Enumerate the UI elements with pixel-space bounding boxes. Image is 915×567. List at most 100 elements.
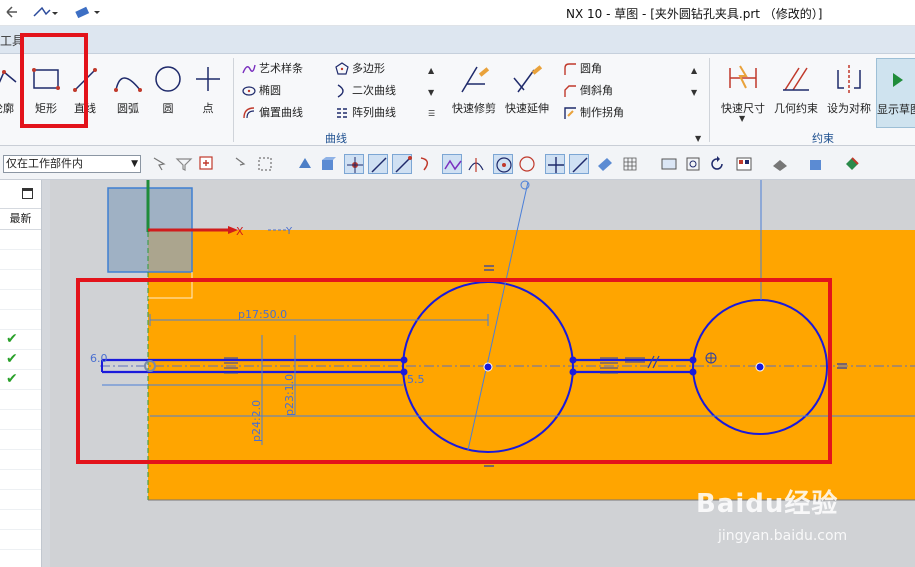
undo-icon[interactable]: [4, 4, 20, 22]
geometric-constraints-label: 几何约束: [774, 102, 818, 115]
zoom-fit-icon[interactable]: [683, 154, 703, 174]
quick-trim-label: 快速修剪: [452, 102, 496, 115]
geometric-constraints-icon: [783, 67, 809, 91]
fillet-icon: [564, 63, 576, 75]
feature-select-icon[interactable]: [295, 154, 315, 174]
snap-endpoint-icon[interactable]: [344, 154, 364, 174]
snap-quadrant-icon[interactable]: [517, 154, 537, 174]
polygon-label: 多边形: [352, 62, 385, 75]
title-bar: NX 10 - 草图 - [夹外圆钻孔夹具.prt （修改的）]: [0, 0, 915, 26]
rectangle-select-icon[interactable]: [256, 154, 276, 174]
snap-curve-icon[interactable]: [392, 154, 412, 174]
selection-scope-dropdown[interactable]: 仅在工作部件内 ▼: [3, 155, 141, 173]
rotate-icon[interactable]: [707, 154, 727, 174]
body-select-icon[interactable]: [318, 154, 338, 174]
select-tool-icon[interactable]: [150, 154, 170, 174]
snap-spline-icon[interactable]: [442, 154, 462, 174]
edit-gallery-down-icon[interactable]: ▲: [691, 66, 697, 75]
conic-button[interactable]: 二次曲线: [335, 81, 396, 101]
select-detail-icon[interactable]: [232, 154, 252, 174]
geometric-constraints-button[interactable]: 几何约束: [772, 58, 820, 128]
make-symmetric-icon: [837, 65, 861, 93]
studio-spline-button[interactable]: 艺术样条: [242, 59, 303, 79]
render-style-icon[interactable]: [734, 154, 754, 174]
snap-arc-icon[interactable]: [416, 154, 436, 174]
edit-gallery-up-icon[interactable]: ▼: [691, 88, 697, 97]
highlight-box-sketch: [76, 278, 832, 464]
snap-on-curve-icon[interactable]: [569, 154, 589, 174]
show-sketch-label: 显示草图: [877, 103, 915, 116]
arc-button[interactable]: 圆弧: [108, 58, 148, 128]
y-axis-label: Y: [285, 226, 293, 237]
ellipse-button[interactable]: 椭圆: [242, 81, 281, 101]
graphics-window[interactable]: X Y p17:50.0 p24:2.0 p23:1.0 6.0 5.5 Bai…: [50, 180, 915, 567]
list-item[interactable]: [0, 430, 41, 450]
list-item[interactable]: [0, 250, 41, 270]
circle-button[interactable]: 圆: [150, 58, 186, 128]
quick-trim-icon: [461, 66, 490, 93]
snap-line-icon[interactable]: [368, 154, 388, 174]
list-item[interactable]: [0, 530, 41, 550]
list-item[interactable]: [0, 510, 41, 530]
list-item[interactable]: ✔: [0, 330, 41, 350]
list-item[interactable]: [0, 230, 41, 250]
quick-extend-button[interactable]: 快速延伸: [502, 58, 552, 128]
highlight-box-rectangle-button: [20, 33, 88, 128]
make-symmetric-button[interactable]: 设为对称: [824, 58, 874, 128]
fillet-label: 圆角: [580, 62, 602, 75]
make-corner-button[interactable]: 制作拐角: [563, 103, 624, 123]
panel-maximize-icon[interactable]: [22, 188, 33, 199]
type-filter-icon[interactable]: [197, 154, 217, 174]
snap-bounded-grid-icon[interactable]: [620, 154, 640, 174]
list-item[interactable]: [0, 290, 41, 310]
list-item[interactable]: [0, 270, 41, 290]
offset-curve-label: 偏置曲线: [259, 106, 303, 119]
snap-intersection-icon[interactable]: [466, 154, 486, 174]
watermark-url: jingyan.baidu.com: [718, 528, 848, 544]
profile-label: 轮廓: [0, 102, 14, 115]
view-triad-icon[interactable]: [842, 154, 862, 174]
chamfer-icon: [564, 85, 576, 97]
offset-curve-button[interactable]: 偏置曲线: [242, 103, 303, 123]
list-item[interactable]: ✔: [0, 370, 41, 390]
curve-group-menu-icon[interactable]: ▼: [695, 134, 701, 143]
eraser-icon[interactable]: [74, 4, 102, 22]
snap-face-icon[interactable]: [595, 154, 615, 174]
part-navigator-icon[interactable]: [806, 154, 826, 174]
point-button[interactable]: 点: [190, 58, 226, 128]
snap-existing-point-icon[interactable]: [545, 154, 565, 174]
pattern-curve-icon: [337, 108, 347, 118]
quick-extend-label: 快速延伸: [505, 102, 549, 115]
list-item[interactable]: [0, 470, 41, 490]
make-corner-label: 制作拐角: [580, 106, 624, 119]
snap-point-icon[interactable]: [32, 4, 58, 22]
watermark-logo: Baidu经验: [696, 483, 838, 520]
rapid-dimension-icon: [729, 65, 757, 89]
profile-button[interactable]: 轮廓: [0, 58, 22, 128]
snap-center-icon[interactable]: [493, 154, 513, 174]
quick-trim-button[interactable]: 快速修剪: [449, 58, 499, 128]
work-layer-icon[interactable]: [770, 154, 790, 174]
filter-tool-icon[interactable]: [174, 154, 194, 174]
fillet-button[interactable]: 圆角: [563, 59, 602, 79]
ribbon: 轮廓 矩形 直线 圆弧 圆 点 艺术样条 椭圆 偏置曲线 多边形 二次曲线: [0, 54, 915, 146]
show-sketch-button[interactable]: 显示草图: [876, 58, 915, 128]
polygon-button[interactable]: 多边形: [335, 59, 385, 79]
list-item[interactable]: [0, 410, 41, 430]
list-item[interactable]: [0, 390, 41, 410]
list-item[interactable]: [0, 310, 41, 330]
curve-gallery-up-icon[interactable]: ▼: [428, 88, 434, 97]
list-item[interactable]: [0, 450, 41, 470]
circle-icon: [155, 66, 181, 92]
pattern-curve-button[interactable]: 阵列曲线: [335, 103, 396, 123]
orient-view-icon[interactable]: [659, 154, 679, 174]
check-icon: ✔: [6, 331, 18, 347]
curve-gallery-down-icon[interactable]: ▲: [428, 66, 434, 75]
rapid-dimension-menu-icon[interactable]: ▼: [739, 114, 745, 123]
chamfer-button[interactable]: 倒斜角: [563, 81, 613, 101]
watermark-brand: Baidu经验: [696, 489, 839, 519]
list-item[interactable]: ✔: [0, 350, 41, 370]
pattern-curve-label: 阵列曲线: [352, 106, 396, 119]
list-item[interactable]: [0, 490, 41, 510]
curve-gallery-more-icon[interactable]: ☰: [428, 109, 435, 118]
